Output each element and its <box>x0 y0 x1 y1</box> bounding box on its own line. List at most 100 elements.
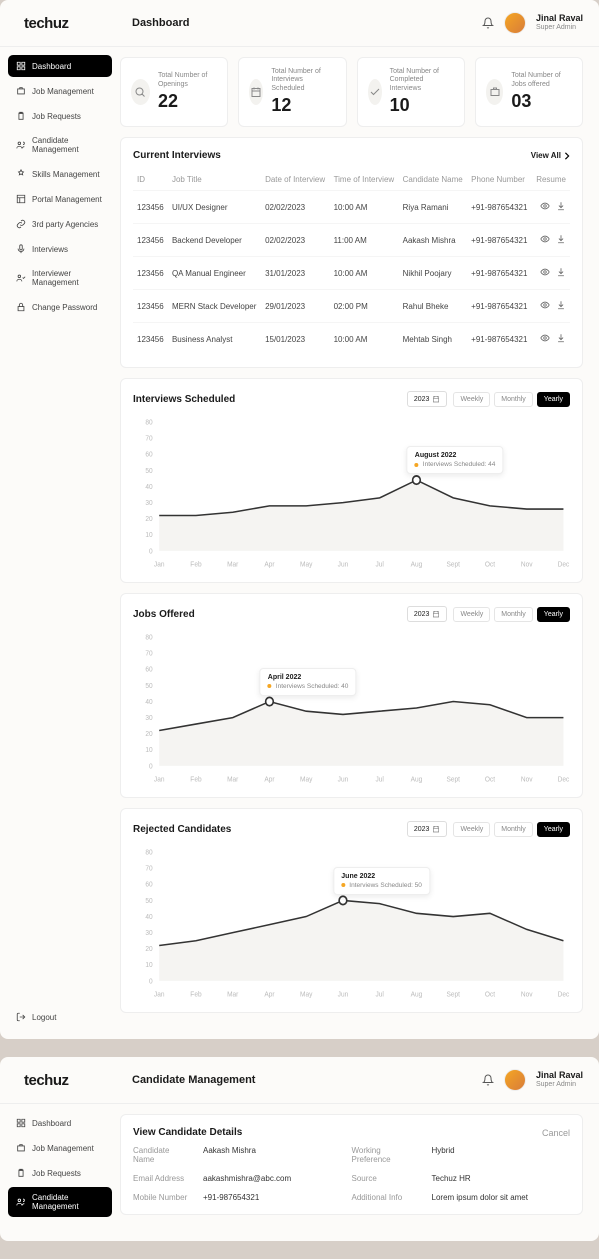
svg-text:Feb: Feb <box>190 776 201 783</box>
svg-text:80: 80 <box>145 849 152 856</box>
stat-value: 03 <box>511 91 572 112</box>
segment-yearly[interactable]: Yearly <box>537 822 570 837</box>
view-all-link[interactable]: View All <box>531 151 570 160</box>
table-row: 123456MERN Stack Developer29/01/202302:0… <box>133 290 570 323</box>
sidebar-item-dashboard[interactable]: Dashboard <box>8 1112 112 1134</box>
table-cell: Riya Ramani <box>399 191 468 224</box>
stat-card: Total Number of Jobs offered 03 <box>475 57 583 127</box>
clipboard-icon <box>16 111 26 121</box>
table-cell: 123456 <box>133 191 168 224</box>
sidebar-item-label: Change Password <box>32 303 97 312</box>
calendar-icon <box>432 610 440 618</box>
download-icon[interactable] <box>556 333 566 345</box>
sidebar-item-interviews[interactable]: Interviews <box>8 238 112 260</box>
svg-text:Nov: Nov <box>521 991 533 998</box>
year-selector[interactable]: 2023 <box>407 821 448 837</box>
detail-label: Email Address <box>133 1174 193 1183</box>
sidebar-item-job-management[interactable]: Job Management <box>8 80 112 102</box>
svg-text:Apr: Apr <box>264 561 275 568</box>
stat-icon-wrap <box>368 79 382 105</box>
sidebar-item-change-password[interactable]: Change Password <box>8 296 112 318</box>
view-icon[interactable] <box>540 267 550 279</box>
view-icon[interactable] <box>540 333 550 345</box>
view-icon[interactable] <box>540 300 550 312</box>
chart-title: Rejected Candidates <box>133 824 231 835</box>
avatar[interactable] <box>504 1069 526 1091</box>
download-icon[interactable] <box>556 300 566 312</box>
chart-panel: Interviews Scheduled2023 WeeklyMonthlyYe… <box>120 378 583 583</box>
page-title: Candidate Management <box>126 1074 482 1086</box>
segment-monthly[interactable]: Monthly <box>494 607 533 622</box>
detail-value: Techuz HR <box>432 1174 571 1183</box>
svg-text:Feb: Feb <box>190 561 201 568</box>
sidebar-item-candidate-management[interactable]: Candidate Management <box>8 130 112 160</box>
year-selector[interactable]: 2023 <box>407 606 448 622</box>
stat-value: 22 <box>158 91 217 112</box>
svg-text:Jan: Jan <box>154 991 165 998</box>
sidebar-item-skills-management[interactable]: Skills Management <box>8 163 112 185</box>
segment-weekly[interactable]: Weekly <box>453 822 490 837</box>
svg-text:20: 20 <box>145 731 152 738</box>
segment-yearly[interactable]: Yearly <box>537 392 570 407</box>
chart-area: 01020304050607080JanFebMarAprMayJunJulAu… <box>133 415 570 570</box>
logout-button[interactable]: Logout <box>8 1006 112 1028</box>
sidebar-item-3rd-party-agencies[interactable]: 3rd party Agencies <box>8 213 112 235</box>
view-icon[interactable] <box>540 201 550 213</box>
sidebar-item-job-management[interactable]: Job Management <box>8 1137 112 1159</box>
sidebar-item-label: Interviewer Management <box>32 269 104 287</box>
sidebar-item-candidate-management[interactable]: Candidate Management <box>8 1187 112 1217</box>
table-row: 123456QA Manual Engineer31/01/202310:00 … <box>133 257 570 290</box>
table-header: ID <box>133 169 168 191</box>
notification-icon[interactable] <box>482 17 494 29</box>
segment-weekly[interactable]: Weekly <box>453 607 490 622</box>
svg-text:Sept: Sept <box>446 776 460 783</box>
table-cell: 123456 <box>133 257 168 290</box>
download-icon[interactable] <box>556 201 566 213</box>
svg-text:30: 30 <box>145 500 152 507</box>
svg-text:Jul: Jul <box>376 561 385 568</box>
svg-text:70: 70 <box>145 651 152 658</box>
stat-label: Total Number of Jobs offered <box>511 72 572 89</box>
table-header: Phone Number <box>467 169 532 191</box>
cancel-link[interactable]: Cancel <box>542 1128 570 1138</box>
svg-text:Aug: Aug <box>411 776 423 783</box>
view-icon[interactable] <box>540 234 550 246</box>
table-cell: 123456 <box>133 290 168 323</box>
clipboard-icon <box>16 1168 26 1178</box>
table-header: Candidate Name <box>399 169 468 191</box>
sidebar-item-portal-management[interactable]: Portal Management <box>8 188 112 210</box>
segment-yearly[interactable]: Yearly <box>537 607 570 622</box>
sidebar-item-dashboard[interactable]: Dashboard <box>8 55 112 77</box>
svg-text:Jun: Jun <box>338 776 349 783</box>
chart-panel: Jobs Offered2023 WeeklyMonthlyYearly0102… <box>120 593 583 798</box>
svg-text:Jun: Jun <box>338 561 349 568</box>
segment-monthly[interactable]: Monthly <box>494 822 533 837</box>
user-check-icon <box>16 273 26 283</box>
lock-icon <box>16 302 26 312</box>
svg-text:Nov: Nov <box>521 561 533 568</box>
detail-value: Lorem ipsum dolor sit amet <box>432 1193 571 1202</box>
briefcase-icon <box>16 86 26 96</box>
segment-monthly[interactable]: Monthly <box>494 392 533 407</box>
download-icon[interactable] <box>556 234 566 246</box>
notification-icon[interactable] <box>482 1074 494 1086</box>
stat-icon-wrap <box>249 79 263 105</box>
sidebar-item-label: Job Management <box>32 1144 94 1153</box>
year-selector[interactable]: 2023 <box>407 391 448 407</box>
data-point-marker <box>266 698 274 706</box>
download-icon[interactable] <box>556 267 566 279</box>
stat-label: Total Number of Openings <box>158 72 217 89</box>
avatar[interactable] <box>504 12 526 34</box>
user-info: Jinal Raval Super Admin <box>536 14 583 32</box>
table-cell: Backend Developer <box>168 224 261 257</box>
detail-label: Working Preference <box>352 1146 422 1164</box>
table-cell: 123456 <box>133 323 168 356</box>
sidebar-item-job-requests[interactable]: Job Requests <box>8 105 112 127</box>
svg-text:0: 0 <box>149 763 153 770</box>
check-icon <box>369 86 381 98</box>
segment-weekly[interactable]: Weekly <box>453 392 490 407</box>
detail-value: Aakash Mishra <box>203 1146 342 1164</box>
sidebar-item-interviewer-management[interactable]: Interviewer Management <box>8 263 112 293</box>
sidebar-item-job-requests[interactable]: Job Requests <box>8 1162 112 1184</box>
svg-text:30: 30 <box>145 930 152 937</box>
